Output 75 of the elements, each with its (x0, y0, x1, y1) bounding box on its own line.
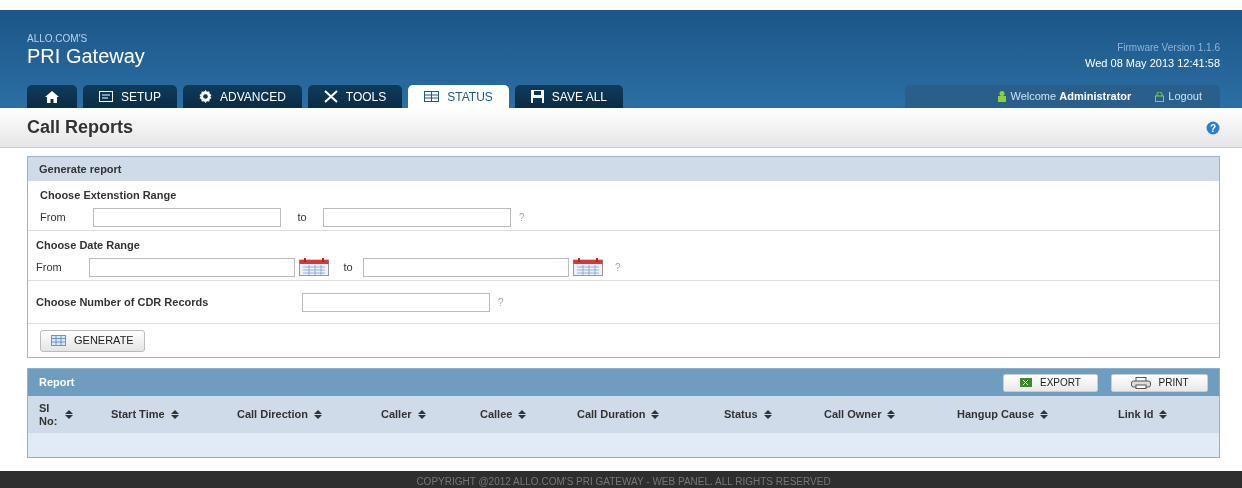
from-label: From (36, 259, 63, 275)
sort-icon[interactable] (417, 410, 426, 419)
column-title: Call Direction (237, 407, 308, 423)
date-time: Wed 08 May 2013 12:41:58 (1085, 56, 1220, 71)
field-label: Choose Extenstion Range (40, 188, 178, 203)
sort-icon[interactable] (313, 410, 322, 419)
sort-icon[interactable] (65, 410, 73, 419)
sort-icon[interactable] (651, 410, 660, 419)
sort-icon[interactable] (887, 410, 896, 419)
nav-tab[interactable]: ADVANCED (183, 85, 302, 108)
column-header[interactable]: SI No: (39, 401, 111, 428)
panel-title: Generate report (39, 161, 122, 177)
help-icon[interactable]: ? (1206, 120, 1220, 135)
to-label: to (296, 209, 308, 225)
home-icon (45, 90, 59, 103)
column-title: Callee (480, 407, 513, 423)
field-label: Choose Number of CDR Records (36, 294, 210, 310)
spreadsheet-icon (1020, 378, 1033, 387)
column-header[interactable]: Link Id (1118, 406, 1208, 423)
calendar-icon[interactable] (573, 258, 603, 276)
logout-link[interactable]: Logout (1155, 88, 1202, 105)
text-field[interactable] (302, 292, 490, 312)
nav-tab[interactable]: SETUP (83, 85, 177, 108)
floppy-icon (530, 90, 544, 103)
table-icon (424, 91, 440, 102)
panel-icon (99, 91, 113, 102)
column-title: SI No: (39, 401, 59, 428)
gear-icon (199, 90, 212, 103)
calendar-icon[interactable] (299, 258, 329, 276)
nav-tab[interactable]: TOOLS (307, 85, 403, 108)
column-title: Call Duration (577, 407, 646, 423)
column-header[interactable]: Call Direction (237, 406, 381, 423)
sort-icon[interactable] (1040, 410, 1048, 419)
field-label: Choose Date Range (36, 238, 141, 253)
panel-title: Report (39, 375, 75, 391)
page-title: Call Reports (27, 116, 134, 139)
copyright-text: COPYRIGHT @2012 ALLO.COM'S PRI GATEWAY - WEB PANEL. ALL RIGHTS RESERVED (416, 476, 831, 488)
text-field[interactable] (93, 207, 281, 227)
nav-tab[interactable]: STATUS (408, 85, 509, 108)
text-field[interactable] (89, 257, 295, 277)
column-title: Caller (381, 407, 412, 423)
to-label: to (342, 259, 354, 275)
column-header[interactable]: Call Duration (577, 406, 724, 423)
text-field[interactable] (323, 207, 511, 227)
export-button[interactable]: EXPORT (1003, 373, 1098, 392)
column-header[interactable]: Start Time (111, 406, 237, 423)
column-title: Link Id (1118, 407, 1154, 423)
column-header[interactable]: Caller (381, 406, 480, 423)
column-title: Status (724, 407, 758, 423)
welcome-text: Welcome Administrator (1010, 89, 1132, 105)
table-icon (51, 335, 66, 346)
brand-subtitle: ALLO.COM'S (27, 34, 89, 44)
nav-tab[interactable] (27, 85, 77, 108)
column-header[interactable]: Status (724, 406, 824, 423)
nav-tab[interactable]: SAVE ALL (514, 85, 623, 108)
column-title: Call Owner (824, 407, 882, 423)
column-header[interactable]: Callee (480, 406, 577, 423)
from-label: From (40, 209, 67, 225)
printer-icon (1130, 376, 1151, 389)
sort-icon[interactable] (1159, 410, 1168, 419)
brand-title: PRI Gateway (27, 44, 145, 69)
print-button[interactable]: PRINT (1111, 373, 1208, 392)
sort-icon[interactable] (170, 410, 179, 419)
column-header[interactable]: Call Owner (824, 406, 957, 423)
generate-button[interactable]: GENERATE (40, 329, 145, 352)
column-header[interactable]: Hangup Cause (957, 406, 1118, 423)
firmware-version: Firmware Version 1.1.6 (1117, 41, 1220, 55)
user-icon (996, 91, 1007, 102)
text-field[interactable] (363, 257, 569, 277)
sort-icon[interactable] (518, 410, 527, 419)
column-title: Start Time (111, 407, 165, 423)
column-title: Hangup Cause (957, 407, 1034, 423)
tools-icon (323, 90, 338, 103)
lock-icon (1155, 91, 1165, 102)
sort-icon[interactable] (763, 410, 772, 419)
